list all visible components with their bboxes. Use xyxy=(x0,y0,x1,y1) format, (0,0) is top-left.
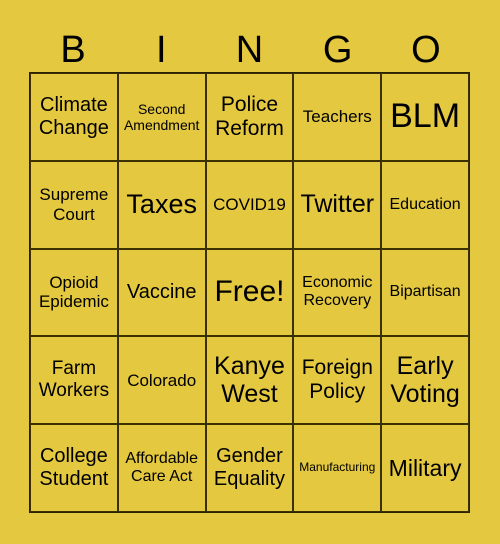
bingo-cell[interactable]: Farm Workers xyxy=(30,336,118,425)
bingo-cell[interactable]: Twitter xyxy=(293,160,382,249)
free-space-cell[interactable]: Free! xyxy=(205,248,294,337)
bingo-grid: Climate Change Second Amendment Police Ref… xyxy=(29,72,470,513)
bingo-cell[interactable]: COVID19 xyxy=(205,160,294,249)
header-letter-n: N xyxy=(235,29,264,71)
header-letter-b: B xyxy=(60,29,86,71)
bingo-cell[interactable]: Vaccine xyxy=(117,248,206,337)
bingo-cell[interactable]: Gender Equality xyxy=(205,424,294,512)
bingo-cell[interactable]: Military xyxy=(381,424,469,512)
bingo-cell[interactable]: Colorado xyxy=(117,336,206,425)
header-letter-g: G xyxy=(322,29,353,71)
header-letter-o: O xyxy=(411,29,441,71)
header-letter-i: I xyxy=(156,29,167,71)
bingo-cell[interactable]: Education xyxy=(381,160,469,249)
bingo-header: B I N G O xyxy=(29,28,470,72)
bingo-cell[interactable]: Opioid Epidemic xyxy=(30,248,118,337)
bingo-cell[interactable]: Police Reform xyxy=(205,73,294,161)
bingo-cell[interactable]: Teachers xyxy=(293,73,382,161)
bingo-cell[interactable]: Affordable Care Act xyxy=(117,424,206,512)
bingo-cell[interactable]: Foreign Policy xyxy=(293,336,382,425)
bingo-cell[interactable]: Taxes xyxy=(117,160,206,249)
bingo-cell[interactable]: Climate Change xyxy=(30,73,118,161)
bingo-cell[interactable]: Bipartisan xyxy=(381,248,469,337)
bingo-cell[interactable]: Early Voting xyxy=(381,336,469,425)
bingo-cell[interactable]: BLM xyxy=(381,73,469,161)
bingo-cell[interactable]: College Student xyxy=(30,424,118,512)
bingo-cell[interactable]: Manufacturing xyxy=(293,424,382,512)
bingo-cell[interactable]: Economic Recovery xyxy=(293,248,382,337)
bingo-cell[interactable]: Second Amendment xyxy=(117,73,206,161)
bingo-cell[interactable]: Supreme Court xyxy=(30,160,118,249)
bingo-cell[interactable]: Kanye West xyxy=(205,336,294,425)
